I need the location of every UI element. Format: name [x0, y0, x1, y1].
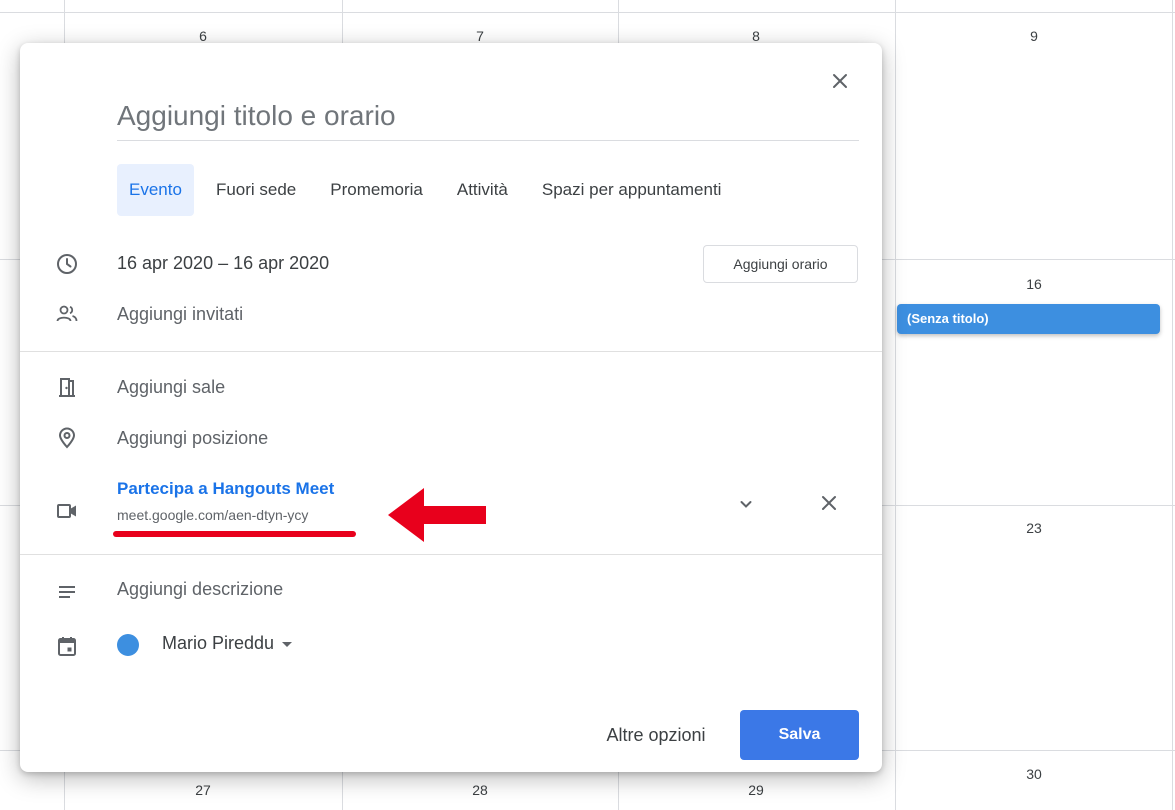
- day-number-7[interactable]: 7: [450, 28, 510, 44]
- save-button[interactable]: Salva: [740, 710, 859, 760]
- caret-down-icon: [282, 641, 293, 647]
- tab-spazi-per-appuntamenti[interactable]: Spazi per appuntamenti: [530, 164, 734, 216]
- remove-meet-button[interactable]: [815, 489, 843, 517]
- day-number-29[interactable]: 29: [726, 782, 786, 798]
- day-number-9[interactable]: 9: [1004, 28, 1064, 44]
- event-type-tabs: Evento Fuori sede Promemoria Attività Sp…: [117, 164, 743, 216]
- day-number-23[interactable]: 23: [1004, 520, 1064, 536]
- annotation-arrow: [388, 486, 486, 544]
- calendar-column-divider: [895, 0, 896, 810]
- add-description-field[interactable]: Aggiungi descrizione: [117, 579, 283, 600]
- event-dialog: Evento Fuori sede Promemoria Attività Sp…: [20, 43, 882, 772]
- calendar-row-divider: [0, 12, 1175, 13]
- calendar-owner-label: Mario Pireddu: [162, 633, 275, 653]
- day-number-6[interactable]: 6: [173, 28, 233, 44]
- clock-icon: [56, 253, 78, 275]
- tab-evento[interactable]: Evento: [117, 164, 194, 216]
- description-lines-icon: [56, 581, 78, 603]
- people-icon: [56, 303, 78, 325]
- add-rooms-field[interactable]: Aggiungi sale: [117, 377, 225, 398]
- door-icon: [56, 376, 78, 398]
- section-divider: [20, 554, 882, 555]
- calendar-icon: [56, 635, 78, 657]
- more-options-button[interactable]: Altre opzioni: [586, 710, 726, 760]
- close-icon: [822, 496, 836, 510]
- add-time-button[interactable]: Aggiungi orario: [703, 245, 858, 283]
- add-guests-field[interactable]: Aggiungi invitati: [117, 304, 243, 325]
- tab-fuori-sede[interactable]: Fuori sede: [204, 164, 308, 216]
- event-title-input[interactable]: [117, 91, 859, 141]
- calendar-event-untitled[interactable]: (Senza titolo): [897, 304, 1160, 334]
- tab-promemoria[interactable]: Promemoria: [318, 164, 435, 216]
- section-divider: [20, 351, 882, 352]
- day-number-27[interactable]: 27: [173, 782, 233, 798]
- day-number-28[interactable]: 28: [450, 782, 510, 798]
- location-pin-icon: [56, 427, 78, 449]
- join-meet-link[interactable]: Partecipa a Hangouts Meet: [117, 479, 334, 499]
- calendar-column-divider: [1172, 0, 1173, 810]
- annotation-underline: [113, 531, 356, 537]
- meet-url[interactable]: meet.google.com/aen-dtyn-ycy: [117, 507, 308, 523]
- day-number-16[interactable]: 16: [1004, 276, 1064, 292]
- meet-options-dropdown[interactable]: [733, 491, 759, 517]
- calendar-color-dot: [117, 634, 139, 656]
- tab-attivita[interactable]: Attività: [445, 164, 520, 216]
- chevron-down-icon: [740, 501, 752, 508]
- add-location-field[interactable]: Aggiungi posizione: [117, 428, 268, 449]
- day-number-30[interactable]: 30: [1004, 766, 1064, 782]
- event-dates[interactable]: 16 apr 2020 – 16 apr 2020: [117, 253, 329, 274]
- video-camera-icon: [56, 500, 78, 522]
- day-number-8[interactable]: 8: [726, 28, 786, 44]
- calendar-owner-dropdown[interactable]: Mario Pireddu: [162, 633, 293, 654]
